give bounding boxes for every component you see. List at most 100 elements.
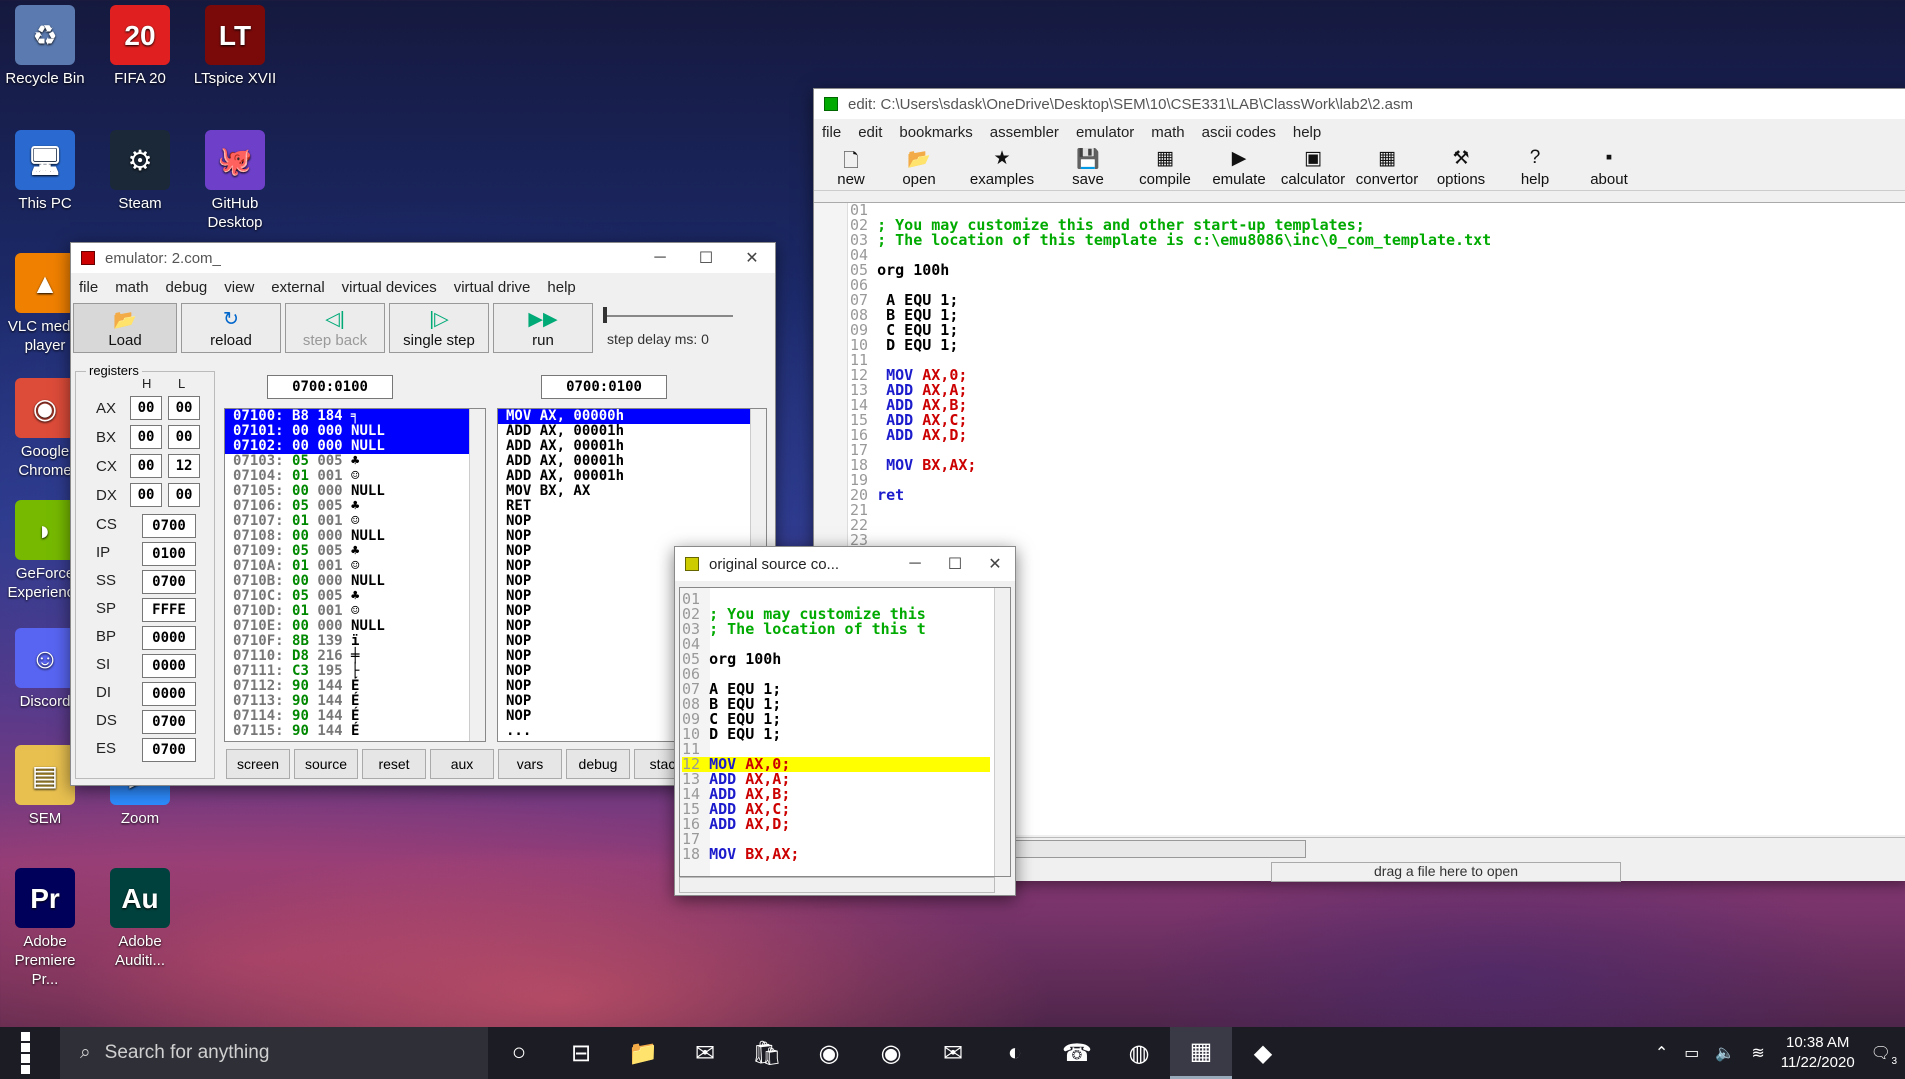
editor-code[interactable]: 01 02 ; You may customize this and other… bbox=[850, 203, 1491, 548]
taskbar-app-5[interactable]: ◉ bbox=[798, 1027, 860, 1079]
disasm-row[interactable]: ADD AX, 00001h bbox=[498, 424, 766, 439]
emulator-source-button[interactable]: source bbox=[294, 749, 358, 779]
source-minimize-button[interactable]: ─ bbox=[895, 549, 935, 579]
disasm-address-field[interactable]: 0700:0100 bbox=[541, 375, 667, 399]
emulator-reload-button[interactable]: ↻ reload bbox=[181, 303, 281, 353]
notification-icon[interactable]: 🗨 3 bbox=[1871, 1043, 1897, 1067]
emulator-menu-help[interactable]: help bbox=[547, 279, 575, 296]
taskbar-app-8[interactable]: ◐ bbox=[984, 1027, 1046, 1079]
taskbar-app-7[interactable]: ✉ bbox=[922, 1027, 984, 1079]
editor-examples-button[interactable]: ★ examples bbox=[956, 147, 1048, 188]
slider-thumb[interactable] bbox=[603, 307, 607, 323]
editor-hscroll[interactable] bbox=[1014, 840, 1306, 858]
taskbar-app-12[interactable]: ◆ bbox=[1232, 1027, 1294, 1079]
clock[interactable]: 10:38 AM 11/22/2020 bbox=[1781, 1033, 1855, 1073]
register-bx-high[interactable]: 00 bbox=[130, 425, 162, 449]
register-bp-value[interactable]: 0000 bbox=[142, 626, 196, 650]
taskbar-app-6[interactable]: ◉ bbox=[860, 1027, 922, 1079]
editor-compile-button[interactable]: ▦ compile bbox=[1128, 147, 1202, 188]
desktop-icon-adobe-auditi-[interactable]: Au Adobe Auditi... bbox=[95, 868, 185, 970]
taskbar-app-0[interactable]: ○ bbox=[488, 1027, 550, 1079]
emulator-menu-math[interactable]: math bbox=[115, 279, 148, 296]
editor-menu-bookmarks[interactable]: bookmarks bbox=[899, 124, 972, 141]
memory-row[interactable]: 07108: 00 000 NULL bbox=[225, 529, 485, 544]
source-hscroll[interactable] bbox=[679, 877, 995, 893]
memory-row[interactable]: 07102: 00 000 NULL bbox=[225, 439, 485, 454]
minimize-button[interactable]: ─ bbox=[637, 243, 683, 273]
memory-row[interactable]: 07104: 01 001 ☺ bbox=[225, 469, 485, 484]
taskbar-app-3[interactable]: ✉ bbox=[674, 1027, 736, 1079]
step-delay-slider[interactable]: step delay ms: 0 bbox=[601, 305, 741, 351]
disasm-row[interactable]: ADD AX, 00001h bbox=[498, 469, 766, 484]
editor-menu-file[interactable]: file bbox=[822, 124, 841, 141]
memory-row[interactable]: 0710B: 00 000 NULL bbox=[225, 574, 485, 589]
disasm-row[interactable]: MOV AX, 00000h bbox=[498, 409, 766, 424]
start-button[interactable] bbox=[0, 1027, 60, 1079]
taskbar-app-11[interactable]: ▦ bbox=[1170, 1027, 1232, 1079]
emulator-menu-external[interactable]: external bbox=[271, 279, 324, 296]
volume-icon[interactable]: 🔈 bbox=[1715, 1043, 1735, 1063]
taskbar-app-4[interactable]: 🛍 bbox=[736, 1027, 798, 1079]
register-sp-value[interactable]: FFFE bbox=[142, 598, 196, 622]
desktop-icon-github-desktop[interactable]: 🐙 GitHub Desktop bbox=[190, 130, 280, 232]
emulator-Load-button[interactable]: 📂 Load bbox=[73, 303, 177, 353]
emulator-vars-button[interactable]: vars bbox=[498, 749, 562, 779]
close-button[interactable]: ✕ bbox=[729, 243, 775, 273]
emulator-titlebar[interactable]: emulator: 2.com_ ─ ☐ ✕ bbox=[71, 243, 775, 273]
disasm-row[interactable]: MOV BX, AX bbox=[498, 484, 766, 499]
register-dx-high[interactable]: 00 bbox=[130, 483, 162, 507]
memory-row[interactable]: 07103: 05 005 ♣ bbox=[225, 454, 485, 469]
maximize-button[interactable]: ☐ bbox=[683, 243, 729, 273]
search-box[interactable]: ⌕ Search for anything bbox=[60, 1027, 488, 1079]
memory-row[interactable]: 0710F: 8B 139 ï bbox=[225, 634, 485, 649]
editor-menu-assembler[interactable]: assembler bbox=[990, 124, 1059, 141]
register-si-value[interactable]: 0000 bbox=[142, 654, 196, 678]
disasm-row[interactable]: RET bbox=[498, 499, 766, 514]
editor-calculator-button[interactable]: ▣ calculator bbox=[1276, 147, 1350, 188]
register-ax-low[interactable]: 00 bbox=[168, 396, 200, 420]
memory-row[interactable]: 07106: 05 005 ♣ bbox=[225, 499, 485, 514]
memory-address-field[interactable]: 0700:0100 bbox=[267, 375, 393, 399]
disasm-row[interactable]: NOP bbox=[498, 514, 766, 529]
emulator-step-back-button[interactable]: ◁| step back bbox=[285, 303, 385, 353]
emulator-reset-button[interactable]: reset bbox=[362, 749, 426, 779]
register-cs-value[interactable]: 0700 bbox=[142, 514, 196, 538]
memory-row[interactable]: 07109: 05 005 ♣ bbox=[225, 544, 485, 559]
emulator-menu-virtual-drive[interactable]: virtual drive bbox=[454, 279, 531, 296]
source-maximize-button[interactable]: ☐ bbox=[935, 549, 975, 579]
desktop-icon-fifa-20[interactable]: 20 FIFA 20 bbox=[95, 5, 185, 88]
register-ds-value[interactable]: 0700 bbox=[142, 710, 196, 734]
desktop-icon-this-pc[interactable]: 🖥 This PC bbox=[0, 130, 90, 213]
memory-row[interactable]: 0710A: 01 001 ☺ bbox=[225, 559, 485, 574]
battery-icon[interactable]: ▭ bbox=[1684, 1043, 1699, 1063]
editor-help-button[interactable]: ? help bbox=[1498, 147, 1572, 188]
editor-about-button[interactable]: ▪ about bbox=[1572, 147, 1646, 188]
editor-menu-ascii-codes[interactable]: ascii codes bbox=[1202, 124, 1276, 141]
memory-row[interactable]: 07107: 01 001 ☺ bbox=[225, 514, 485, 529]
emulator-debug-button[interactable]: debug bbox=[566, 749, 630, 779]
register-dx-low[interactable]: 00 bbox=[168, 483, 200, 507]
memory-row[interactable]: 07111: C3 195 ├ bbox=[225, 664, 485, 679]
register-es-value[interactable]: 0700 bbox=[142, 738, 196, 762]
register-cx-high[interactable]: 00 bbox=[130, 454, 162, 478]
memory-row[interactable]: 07114: 90 144 É bbox=[225, 709, 485, 724]
memory-row[interactable]: 0710C: 05 005 ♣ bbox=[225, 589, 485, 604]
memory-scrollbar[interactable] bbox=[469, 409, 485, 741]
memory-row[interactable]: 07105: 00 000 NULL bbox=[225, 484, 485, 499]
editor-open-button[interactable]: 📂 open bbox=[882, 147, 956, 188]
memory-row[interactable]: 0710D: 01 001 ☺ bbox=[225, 604, 485, 619]
emulator-menu-view[interactable]: view bbox=[224, 279, 254, 296]
chevron-up-icon[interactable]: ⌃ bbox=[1655, 1043, 1668, 1063]
memory-row[interactable]: 07100: B8 184 ╕ bbox=[225, 409, 485, 424]
editor-emulate-button[interactable]: ▶ emulate bbox=[1202, 147, 1276, 188]
memory-list[interactable]: 07100: B8 184 ╕ 07101: 00 000 NULL 07102: … bbox=[224, 408, 486, 742]
editor-new-button[interactable]: 🗋 new bbox=[820, 147, 882, 188]
taskbar-app-1[interactable]: ⊟ bbox=[550, 1027, 612, 1079]
memory-row[interactable]: 0710E: 00 000 NULL bbox=[225, 619, 485, 634]
memory-row[interactable]: 07113: 90 144 É bbox=[225, 694, 485, 709]
register-bx-low[interactable]: 00 bbox=[168, 425, 200, 449]
source-vscroll[interactable] bbox=[994, 588, 1010, 876]
editor-save-button[interactable]: 💾 save bbox=[1048, 147, 1128, 188]
wifi-icon[interactable]: ≋ bbox=[1751, 1043, 1764, 1063]
editor-menu-emulator[interactable]: emulator bbox=[1076, 124, 1134, 141]
